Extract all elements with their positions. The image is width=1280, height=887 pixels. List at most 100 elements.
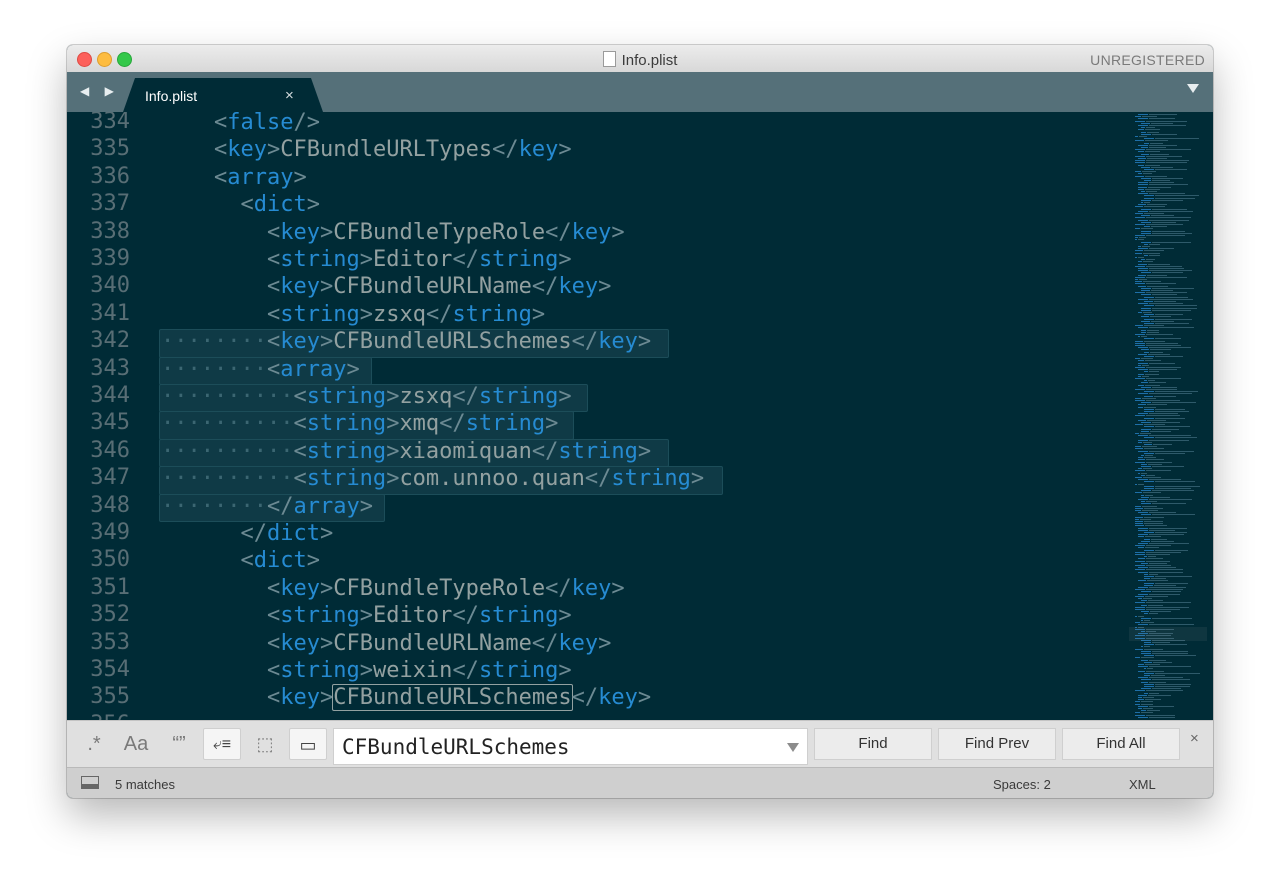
minimap-line	[1145, 188, 1160, 190]
code-line[interactable]: <string>weixin</string>	[161, 657, 572, 684]
syntax-selector[interactable]: XML	[1129, 777, 1156, 792]
xml-punctuation: >	[319, 219, 334, 245]
highlight-matches-toggle[interactable]: ▭	[289, 728, 327, 760]
minimap-line	[1138, 705, 1148, 707]
minimap-line	[1138, 697, 1143, 698]
minimap-line	[1146, 191, 1158, 192]
minimap-line	[1155, 655, 1196, 657]
close-find-panel-icon[interactable]: ×	[1190, 730, 1199, 747]
minimap-line	[1138, 468, 1142, 470]
regex-toggle[interactable]: .*	[79, 728, 109, 760]
minimap-line	[1135, 609, 1145, 610]
code-line[interactable]: <key>CFBundleURLName</key>	[161, 273, 611, 300]
find-prev-button[interactable]: Find Prev	[938, 728, 1056, 760]
tab-list-dropdown-icon[interactable]	[1187, 84, 1199, 93]
code-line[interactable]: </dict>	[161, 520, 333, 547]
xml-tag-name: array	[227, 164, 294, 190]
minimap-line	[1141, 329, 1146, 331]
minimap-line	[1138, 529, 1148, 531]
whole-word-toggle[interactable]: “”	[163, 728, 195, 760]
minimap-line	[1135, 648, 1143, 650]
minimap-line	[1144, 213, 1164, 214]
minimap-line	[1150, 675, 1165, 676]
code-line[interactable]: ········<array>	[161, 356, 360, 383]
code-line[interactable]: <dict>	[161, 547, 319, 574]
code-line[interactable]: <key>CFBundleURLName</key>	[161, 630, 611, 657]
xml-tag-name: key	[280, 685, 320, 711]
code-line[interactable]: ··········<string>xiaomiquan</string>	[161, 438, 651, 465]
minimap-line	[1141, 294, 1151, 296]
tab-close-icon[interactable]: ×	[285, 87, 294, 104]
code-line[interactable]: <key>CFBundleURLTypes</key>	[161, 136, 572, 163]
minimap-line	[1144, 668, 1147, 670]
minimap-line	[1144, 175, 1167, 177]
in-selection-toggle[interactable]: ⬚	[251, 728, 279, 760]
wrap-toggle[interactable]: ⤶≡	[203, 728, 241, 760]
line-number: 341	[90, 300, 130, 326]
find-history-dropdown-icon[interactable]	[787, 743, 799, 752]
minimap-line	[1144, 532, 1154, 533]
xml-punctuation: <	[266, 356, 281, 382]
minimap-line	[1135, 523, 1143, 525]
minimap-line	[1146, 565, 1171, 566]
minimap-line	[1142, 441, 1152, 443]
code-line[interactable]: ········</array>	[161, 493, 373, 520]
find-input[interactable]: CFBundleURLSchemes	[333, 728, 808, 765]
minimap-line	[1135, 424, 1144, 426]
indentation-setting[interactable]: Spaces: 2	[993, 777, 1051, 792]
line-number: 347	[90, 465, 130, 491]
tab-info-plist[interactable]: Info.plist ×	[123, 78, 323, 112]
code-line[interactable]: <key>CFBundleURLSchemes</key>	[161, 684, 651, 712]
minimap-line	[1138, 186, 1148, 188]
find-button[interactable]: Find	[814, 728, 932, 760]
minimap-line	[1149, 125, 1186, 126]
minimap-line	[1138, 543, 1148, 544]
code-editor[interactable]: 334 <false/> 335 <key>CFBundleURLTypes</k…	[67, 112, 1213, 720]
code-line[interactable]: <array>	[161, 164, 307, 191]
minimap-line	[1138, 536, 1145, 538]
code-line[interactable]	[161, 712, 267, 720]
minimap-line	[1155, 169, 1187, 170]
minimap-line	[1146, 345, 1181, 346]
tab-nav-arrows-icon[interactable]: ◀ ▶	[80, 84, 120, 98]
minimap-line	[1135, 483, 1138, 485]
minimap-line	[1144, 169, 1154, 170]
xml-punctuation: >	[598, 274, 612, 300]
minimap-line	[1144, 305, 1154, 307]
code-line[interactable]: <false/>	[161, 112, 320, 136]
minimap-line	[1148, 613, 1158, 615]
minimap-line	[1149, 716, 1175, 718]
minimap-line	[1152, 309, 1191, 311]
minimap-line	[1141, 241, 1151, 243]
minimap-line	[1149, 371, 1159, 373]
minimap-line	[1135, 283, 1145, 285]
code-line[interactable]: <key>CFBundleTypeRole</key>	[161, 575, 625, 602]
console-panel-icon[interactable]	[81, 776, 99, 789]
code-line[interactable]: ··········<string>com.unnoo.quan</string…	[161, 465, 704, 492]
minimap-line	[1144, 448, 1164, 450]
minimap-viewport[interactable]	[1129, 627, 1207, 641]
minimap-line	[1138, 312, 1142, 313]
xml-punctuation: <	[266, 603, 281, 629]
code-line[interactable]: <string>zsxq</string>	[161, 301, 545, 328]
xml-tag-name: false	[227, 112, 294, 135]
code-line[interactable]: <key>CFBundleTypeRole</key>	[161, 219, 625, 246]
find-all-button[interactable]: Find All	[1062, 728, 1180, 760]
code-line[interactable]: ········<key>CFBundleURLSchemes</key>	[161, 328, 651, 355]
case-sensitive-toggle[interactable]: Aa	[119, 728, 153, 760]
minimap-line	[1138, 527, 1148, 529]
minimap-line	[1135, 281, 1143, 283]
minimap-line	[1141, 177, 1151, 179]
code-line[interactable]: ··········<string>zsxq</string>	[161, 383, 572, 410]
code-line[interactable]: <string>Editor</string>	[161, 602, 572, 629]
code-line[interactable]: <dict>	[161, 191, 319, 218]
code-line[interactable]: ··········<string>xmq</string>	[161, 410, 558, 437]
code-line[interactable]: <string>Editor</string>	[161, 246, 572, 273]
minimap-line	[1147, 285, 1169, 287]
minimap-line	[1138, 435, 1148, 437]
line-number: 348	[90, 492, 130, 518]
